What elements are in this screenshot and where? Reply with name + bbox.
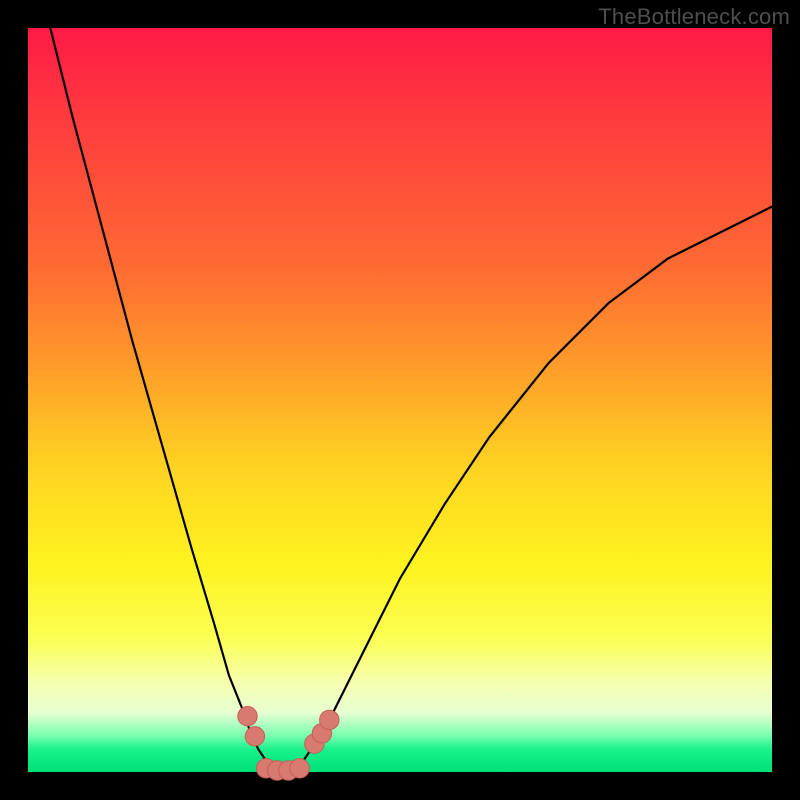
marker-left-upper (238, 707, 257, 726)
plot-area (28, 28, 772, 772)
marker-valley-4 (290, 759, 309, 778)
marker-right-3 (320, 710, 339, 729)
outer-frame: TheBottleneck.com (0, 0, 800, 800)
bottleneck-curve (50, 28, 772, 772)
data-markers (238, 707, 339, 781)
watermark-text: TheBottleneck.com (598, 4, 790, 30)
chart-svg (28, 28, 772, 772)
marker-left-lower (245, 727, 264, 746)
